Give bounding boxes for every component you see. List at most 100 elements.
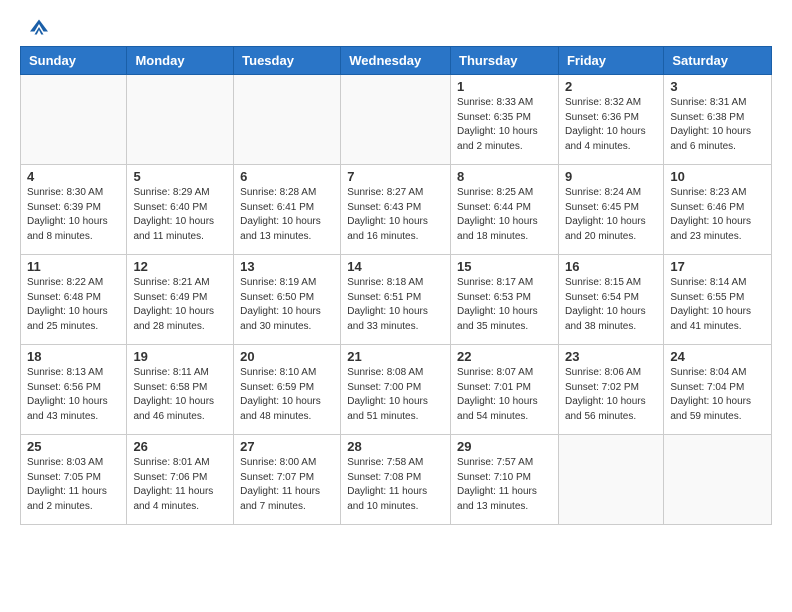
- day-info: Sunrise: 8:23 AMSunset: 6:46 PMDaylight:…: [670, 186, 765, 244]
- calendar-cell: 6 Sunrise: 8:28 AMSunset: 6:41 PMDaylight…: [234, 165, 341, 255]
- calendar-cell: 14 Sunrise: 8:18 AMSunset: 6:51 PMDayligh…: [341, 255, 451, 345]
- day-info: Sunrise: 8:04 AMSunset: 7:04 PMDaylight:…: [670, 366, 765, 424]
- calendar-cell: [341, 75, 451, 165]
- calendar-cell: 1 Sunrise: 8:33 AMSunset: 6:35 PMDaylight…: [451, 75, 559, 165]
- calendar-cell: 3Sunrise: 8:31 AMSunset: 6:38 PMDaylight…: [664, 75, 772, 165]
- weekday-header: Tuesday: [234, 47, 341, 75]
- day-number: 29: [457, 439, 552, 454]
- day-number: 10: [670, 169, 765, 184]
- calendar-cell: [21, 75, 127, 165]
- calendar-cell: 25 Sunrise: 8:03 AMSunset: 7:05 PMDayligh…: [21, 435, 127, 525]
- day-info: Sunrise: 8:24 AMSunset: 6:45 PMDaylight:…: [565, 186, 657, 244]
- day-info: Sunrise: 8:11 AMSunset: 6:58 PMDaylight:…: [133, 366, 227, 424]
- day-info: Sunrise: 8:03 AMSunset: 7:05 PMDaylight:…: [27, 456, 120, 514]
- day-number: 16: [565, 259, 657, 274]
- day-info: Sunrise: 8:13 AMSunset: 6:56 PMDaylight:…: [27, 366, 120, 424]
- calendar-cell: [664, 435, 772, 525]
- day-info: Sunrise: 8:30 AMSunset: 6:39 PMDaylight:…: [27, 186, 120, 244]
- calendar-cell: 29 Sunrise: 7:57 AMSunset: 7:10 PMDayligh…: [451, 435, 559, 525]
- calendar-cell: [558, 435, 663, 525]
- day-info: Sunrise: 8:32 AMSunset: 6:36 PMDaylight:…: [565, 96, 657, 154]
- day-number: 6: [240, 169, 334, 184]
- day-number: 8: [457, 169, 552, 184]
- day-number: 21: [347, 349, 444, 364]
- day-info: Sunrise: 8:33 AMSunset: 6:35 PMDaylight:…: [457, 96, 552, 154]
- day-info: Sunrise: 8:21 AMSunset: 6:49 PMDaylight:…: [133, 276, 227, 334]
- calendar-cell: 15Sunrise: 8:17 AMSunset: 6:53 PMDayligh…: [451, 255, 559, 345]
- day-info: Sunrise: 8:00 AMSunset: 7:07 PMDaylight:…: [240, 456, 334, 514]
- day-info: Sunrise: 8:10 AMSunset: 6:59 PMDaylight:…: [240, 366, 334, 424]
- day-number: 15: [457, 259, 552, 274]
- calendar-cell: 16 Sunrise: 8:15 AMSunset: 6:54 PMDayligh…: [558, 255, 663, 345]
- calendar-week-row: 4Sunrise: 8:30 AMSunset: 6:39 PMDaylight…: [21, 165, 772, 255]
- day-number: 13: [240, 259, 334, 274]
- calendar-cell: [234, 75, 341, 165]
- calendar-week-row: 1 Sunrise: 8:33 AMSunset: 6:35 PMDaylight…: [21, 75, 772, 165]
- weekday-header-row: SundayMondayTuesdayWednesdayThursdayFrid…: [21, 47, 772, 75]
- day-number: 1: [457, 79, 552, 94]
- day-number: 20: [240, 349, 334, 364]
- weekday-header: Thursday: [451, 47, 559, 75]
- day-info: Sunrise: 8:08 AMSunset: 7:00 PMDaylight:…: [347, 366, 444, 424]
- day-number: 23: [565, 349, 657, 364]
- calendar-week-row: 11Sunrise: 8:22 AMSunset: 6:48 PMDayligh…: [21, 255, 772, 345]
- calendar-week-row: 18 Sunrise: 8:13 AMSunset: 6:56 PMDayligh…: [21, 345, 772, 435]
- logo-icon: [24, 16, 54, 38]
- day-info: Sunrise: 8:27 AMSunset: 6:43 PMDaylight:…: [347, 186, 444, 244]
- day-number: 24: [670, 349, 765, 364]
- day-number: 5: [133, 169, 227, 184]
- calendar-cell: 4Sunrise: 8:30 AMSunset: 6:39 PMDaylight…: [21, 165, 127, 255]
- day-number: 26: [133, 439, 227, 454]
- logo: [20, 16, 54, 38]
- calendar-cell: 7 Sunrise: 8:27 AMSunset: 6:43 PMDaylight…: [341, 165, 451, 255]
- day-info: Sunrise: 8:15 AMSunset: 6:54 PMDaylight:…: [565, 276, 657, 334]
- day-info: Sunrise: 8:14 AMSunset: 6:55 PMDaylight:…: [670, 276, 765, 334]
- day-info: Sunrise: 7:57 AMSunset: 7:10 PMDaylight:…: [457, 456, 552, 514]
- calendar-week-row: 25 Sunrise: 8:03 AMSunset: 7:05 PMDayligh…: [21, 435, 772, 525]
- day-info: Sunrise: 8:29 AMSunset: 6:40 PMDaylight:…: [133, 186, 227, 244]
- calendar-cell: 9 Sunrise: 8:24 AMSunset: 6:45 PMDaylight…: [558, 165, 663, 255]
- day-number: 11: [27, 259, 120, 274]
- calendar-cell: 2 Sunrise: 8:32 AMSunset: 6:36 PMDaylight…: [558, 75, 663, 165]
- calendar-cell: 11Sunrise: 8:22 AMSunset: 6:48 PMDayligh…: [21, 255, 127, 345]
- day-number: 28: [347, 439, 444, 454]
- weekday-header: Friday: [558, 47, 663, 75]
- day-number: 7: [347, 169, 444, 184]
- day-number: 9: [565, 169, 657, 184]
- day-info: Sunrise: 7:58 AMSunset: 7:08 PMDaylight:…: [347, 456, 444, 514]
- day-info: Sunrise: 8:01 AMSunset: 7:06 PMDaylight:…: [133, 456, 227, 514]
- day-info: Sunrise: 8:31 AMSunset: 6:38 PMDaylight:…: [670, 96, 765, 154]
- day-info: Sunrise: 8:25 AMSunset: 6:44 PMDaylight:…: [457, 186, 552, 244]
- calendar-cell: 27 Sunrise: 8:00 AMSunset: 7:07 PMDayligh…: [234, 435, 341, 525]
- day-info: Sunrise: 8:07 AMSunset: 7:01 PMDaylight:…: [457, 366, 552, 424]
- calendar-cell: 23 Sunrise: 8:06 AMSunset: 7:02 PMDayligh…: [558, 345, 663, 435]
- calendar-cell: 13 Sunrise: 8:19 AMSunset: 6:50 PMDayligh…: [234, 255, 341, 345]
- calendar-cell: 5 Sunrise: 8:29 AMSunset: 6:40 PMDaylight…: [127, 165, 234, 255]
- day-info: Sunrise: 8:28 AMSunset: 6:41 PMDaylight:…: [240, 186, 334, 244]
- calendar-cell: 19Sunrise: 8:11 AMSunset: 6:58 PMDayligh…: [127, 345, 234, 435]
- calendar-cell: 21 Sunrise: 8:08 AMSunset: 7:00 PMDayligh…: [341, 345, 451, 435]
- calendar-cell: 22 Sunrise: 8:07 AMSunset: 7:01 PMDayligh…: [451, 345, 559, 435]
- day-number: 27: [240, 439, 334, 454]
- calendar-cell: 10 Sunrise: 8:23 AMSunset: 6:46 PMDayligh…: [664, 165, 772, 255]
- day-number: 2: [565, 79, 657, 94]
- day-number: 22: [457, 349, 552, 364]
- calendar-cell: 20 Sunrise: 8:10 AMSunset: 6:59 PMDayligh…: [234, 345, 341, 435]
- day-number: 18: [27, 349, 120, 364]
- day-number: 17: [670, 259, 765, 274]
- day-number: 14: [347, 259, 444, 274]
- header: [20, 16, 772, 38]
- calendar-cell: 28 Sunrise: 7:58 AMSunset: 7:08 PMDayligh…: [341, 435, 451, 525]
- weekday-header: Monday: [127, 47, 234, 75]
- calendar-cell: 24 Sunrise: 8:04 AMSunset: 7:04 PMDayligh…: [664, 345, 772, 435]
- calendar-cell: 12 Sunrise: 8:21 AMSunset: 6:49 PMDayligh…: [127, 255, 234, 345]
- weekday-header: Saturday: [664, 47, 772, 75]
- day-info: Sunrise: 8:19 AMSunset: 6:50 PMDaylight:…: [240, 276, 334, 334]
- day-number: 25: [27, 439, 120, 454]
- day-number: 12: [133, 259, 227, 274]
- calendar-cell: [127, 75, 234, 165]
- day-info: Sunrise: 8:18 AMSunset: 6:51 PMDaylight:…: [347, 276, 444, 334]
- weekday-header: Wednesday: [341, 47, 451, 75]
- day-info: Sunrise: 8:06 AMSunset: 7:02 PMDaylight:…: [565, 366, 657, 424]
- calendar-cell: 26 Sunrise: 8:01 AMSunset: 7:06 PMDayligh…: [127, 435, 234, 525]
